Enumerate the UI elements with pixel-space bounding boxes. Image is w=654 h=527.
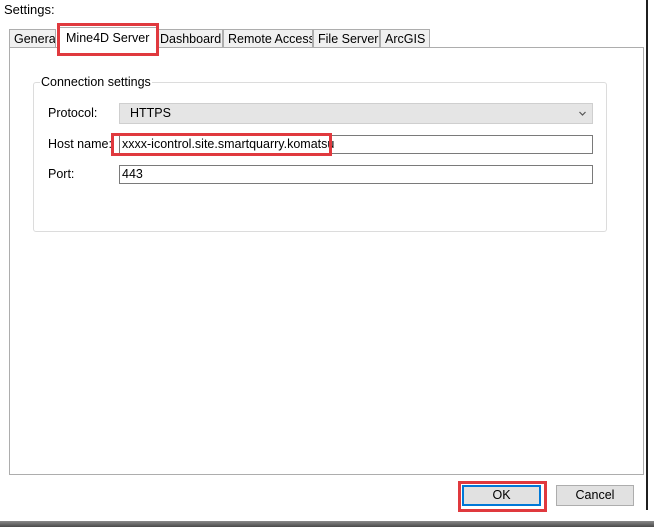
tab-dashboard[interactable]: Dashboard [155,29,223,48]
tab-general[interactable]: General [9,29,56,48]
port-label: Port: [48,167,75,181]
port-input[interactable]: 443 [119,165,593,184]
protocol-value: HTTPS [130,106,171,120]
tab-panel-mine4d-server: Connection settings Protocol: HTTPS Host… [9,47,644,475]
connection-settings-title: Connection settings [40,75,152,89]
settings-dialog: Settings: General Mine4D Server Dashboar… [0,0,654,527]
window-edge [646,0,648,510]
cancel-button[interactable]: Cancel [556,485,634,506]
host-name-input[interactable]: xxxx-icontrol.site.smartquarry.komatsu [119,135,593,154]
taskbar-edge [0,521,654,527]
connection-settings-group: Connection settings Protocol: HTTPS Host… [33,75,607,232]
protocol-label: Protocol: [48,106,98,120]
protocol-select[interactable]: HTTPS [119,103,593,124]
tab-strip: General Mine4D Server Dashboard Remote A… [9,27,649,49]
tab-mine4d-server[interactable]: Mine4D Server [59,27,158,49]
ok-button[interactable]: OK [462,485,541,506]
chevron-down-icon [578,104,587,130]
dialog-title: Settings: [4,2,55,17]
tab-remote-access[interactable]: Remote Access [223,29,313,48]
tab-file-server[interactable]: File Server [313,29,380,48]
tab-arcgis[interactable]: ArcGIS [380,29,430,48]
host-name-label: Host name: [48,137,112,151]
